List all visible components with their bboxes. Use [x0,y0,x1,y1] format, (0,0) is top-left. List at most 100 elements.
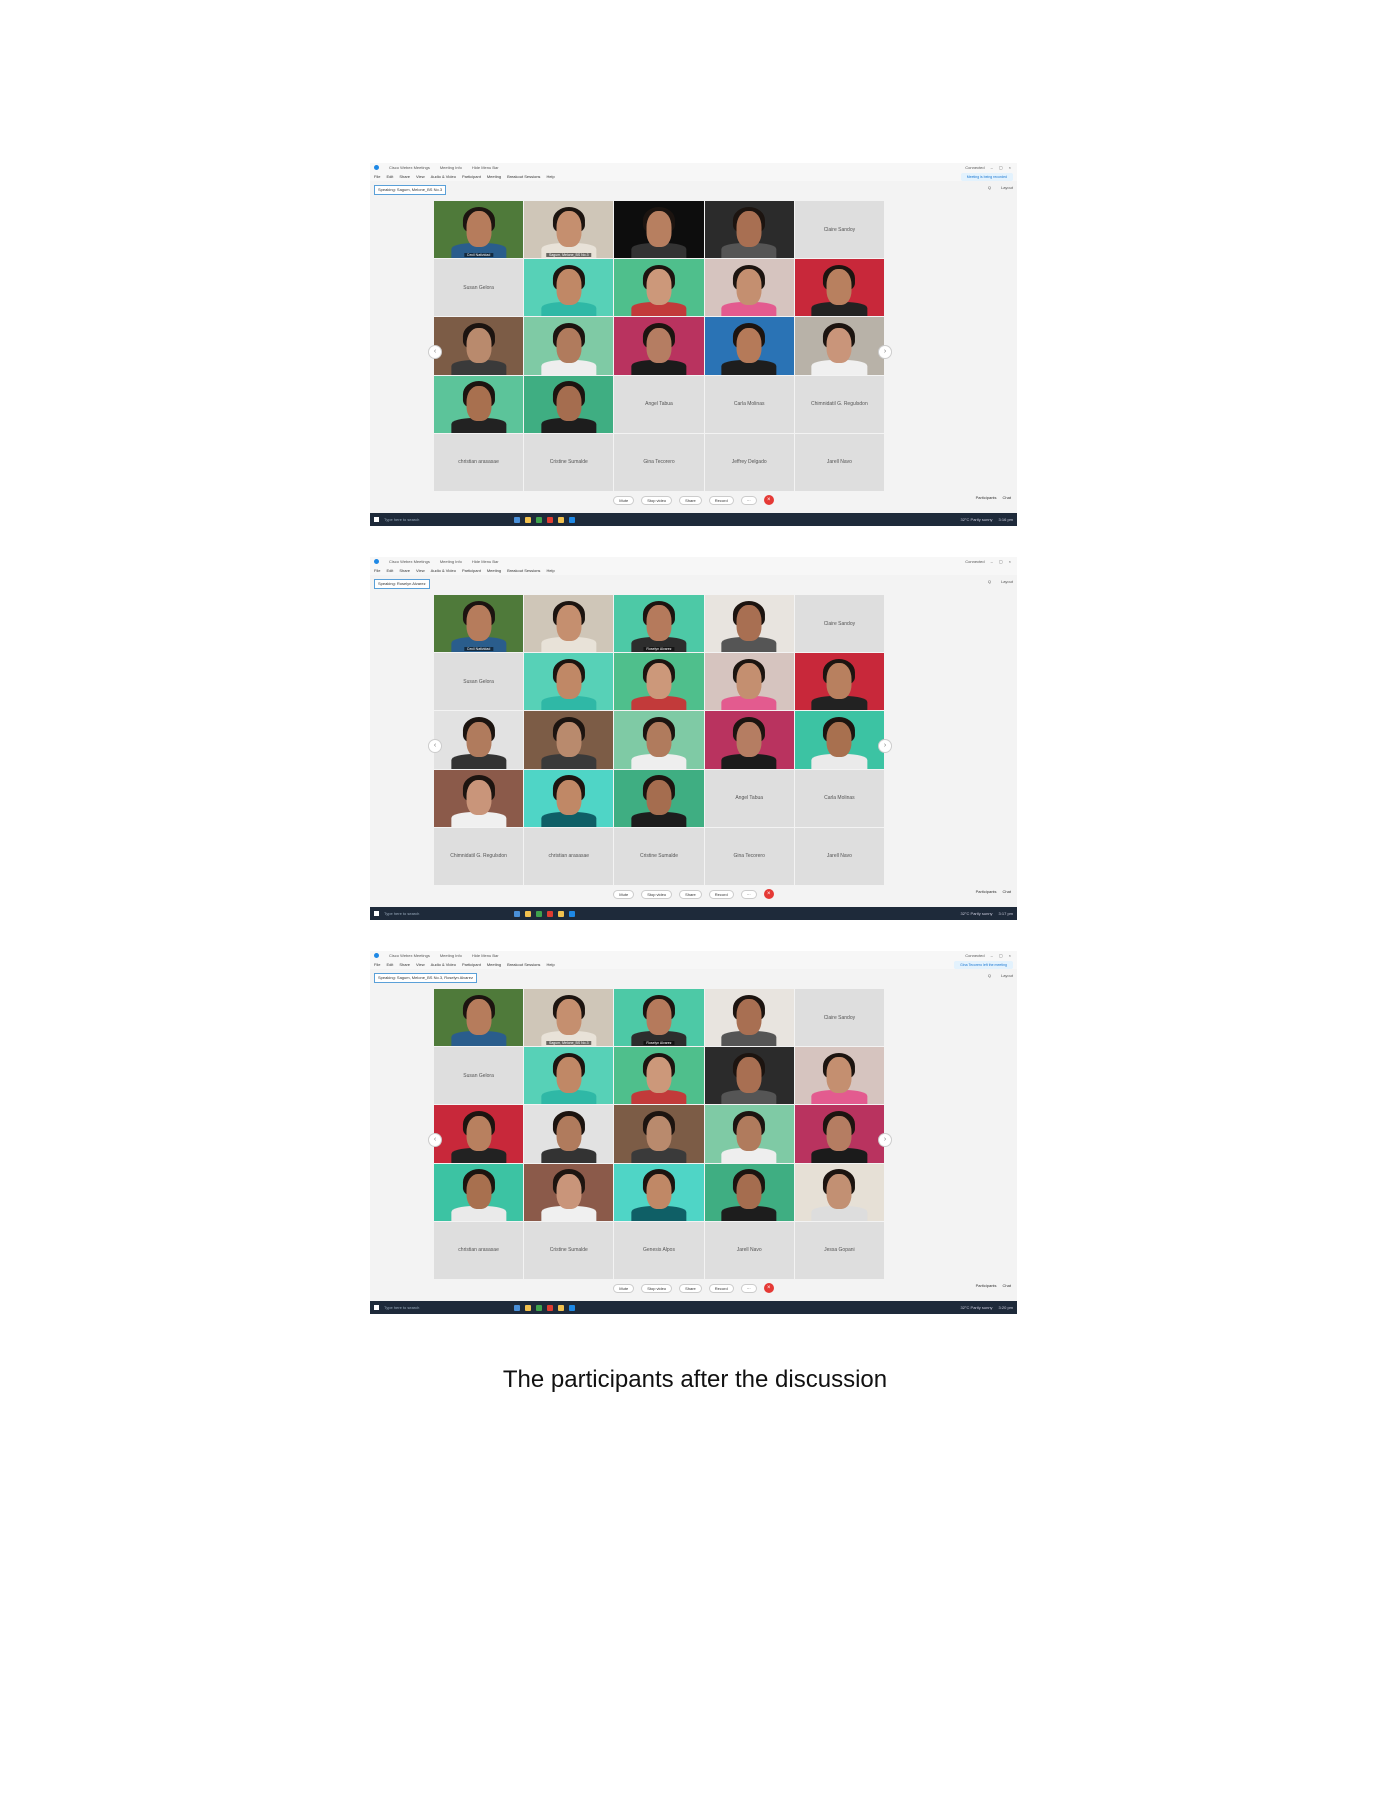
participant-video-tile[interactable]: Roselyn Alvarez [614,989,704,1047]
menu-item[interactable]: Meeting [487,568,501,573]
taskbar-app-icon[interactable] [558,910,565,917]
participant-video-tile[interactable] [434,1163,524,1221]
previous-page-arrow[interactable]: ‹ [428,345,442,359]
menu-item[interactable]: File [374,568,380,573]
participant-video-tile[interactable]: Sagum, Melone_BS No.3 [524,989,614,1047]
menu-item[interactable]: Participant [462,962,481,967]
taskbar-app-icon[interactable] [547,516,554,523]
menu-item[interactable]: File [374,174,380,179]
menu-item[interactable]: Participant [462,568,481,573]
participant-tile[interactable]: Genesis Alpos [614,1221,704,1279]
participant-tile[interactable]: Claire Sandoy [794,989,884,1047]
close-icon[interactable]: × [1009,953,1011,958]
participant-tile[interactable]: Cristine Sumalde [524,1221,614,1279]
participant-tile[interactable]: Jarell Navo [794,827,884,885]
chat-button[interactable]: Chat [1003,889,1011,894]
participant-video-tile[interactable]: Roselyn Alvarez [614,595,704,653]
participant-video-tile[interactable] [704,653,794,711]
titlebar-item[interactable]: Cisco Webex Meetings [389,559,430,564]
next-page-arrow[interactable]: › [878,739,892,753]
search-icon[interactable]: Q [988,185,991,190]
stop-video-button[interactable]: Stop video [641,1283,673,1293]
minimize-icon[interactable]: – [991,165,993,170]
menu-item[interactable]: Breakout Sessions [507,962,540,967]
windows-start-icon[interactable] [374,911,379,916]
participant-tile[interactable]: Claire Sandoy [794,595,884,653]
participant-video-tile[interactable] [434,769,524,827]
participant-tile[interactable]: Susan Gelora [434,653,524,711]
taskbar-search[interactable]: Type here to search [384,1305,419,1310]
participant-video-tile[interactable] [704,1105,794,1163]
participant-video-tile[interactable]: Cecil Natividad [434,201,524,259]
participant-video-tile[interactable] [794,1105,884,1163]
participant-video-tile[interactable] [794,259,884,317]
participant-video-tile[interactable] [524,1163,614,1221]
search-icon[interactable]: Q [988,973,991,978]
taskbar-app-icon[interactable] [536,516,543,523]
menu-item[interactable]: Share [399,568,410,573]
taskbar-app-icon[interactable] [547,1304,554,1311]
participant-tile[interactable]: Jessa Gopani [794,1221,884,1279]
menu-item[interactable]: Help [546,568,554,573]
participant-tile[interactable]: Carla Molinas [704,375,794,433]
taskbar-app-icon[interactable] [514,516,521,523]
close-icon[interactable]: × [1009,559,1011,564]
mute-button[interactable]: Mute [613,495,635,505]
participant-tile[interactable]: Susan Gelora [434,259,524,317]
previous-page-arrow[interactable]: ‹ [428,739,442,753]
mute-button[interactable]: Mute [613,889,635,899]
participant-tile[interactable]: Angel Tabua [704,769,794,827]
stop-video-button[interactable]: Stop video [641,495,673,505]
participant-video-tile[interactable] [614,711,704,769]
participants-button[interactable]: Participants [976,889,997,894]
layout-button[interactable]: Layout [1001,579,1013,584]
participant-video-tile[interactable] [794,711,884,769]
participant-video-tile[interactable] [524,1105,614,1163]
participant-tile[interactable]: Carla Molinas [794,769,884,827]
more-options-button[interactable]: ··· [740,495,757,505]
end-meeting-button[interactable]: × [763,495,774,505]
taskbar-app-icon[interactable] [558,1304,565,1311]
search-icon[interactable]: Q [988,579,991,584]
chat-button[interactable]: Chat [1003,495,1011,500]
titlebar-item[interactable]: Meeting Info [440,953,462,958]
participant-video-tile[interactable] [434,317,524,375]
maximize-icon[interactable]: ▢ [999,953,1003,958]
taskbar-app-icon[interactable] [569,516,576,523]
participant-video-tile[interactable] [524,375,614,433]
taskbar-app-icon[interactable] [514,1304,521,1311]
stop-video-button[interactable]: Stop video [641,889,673,899]
participant-video-tile[interactable] [704,201,794,259]
maximize-icon[interactable]: ▢ [999,559,1003,564]
titlebar-item[interactable]: Meeting Info [440,559,462,564]
record-button[interactable]: Record [708,1283,734,1293]
participant-video-tile[interactable]: Cecil Natividad [434,595,524,653]
layout-button[interactable]: Layout [1001,973,1013,978]
menu-item[interactable]: Meeting [487,962,501,967]
menu-item[interactable]: View [416,174,425,179]
mute-button[interactable]: Mute [613,1283,635,1293]
taskbar-app-icon[interactable] [569,910,576,917]
menu-item[interactable]: View [416,962,425,967]
participant-video-tile[interactable] [794,317,884,375]
participant-video-tile[interactable]: Sagum, Melone_BS No.3 [524,201,614,259]
taskbar-search[interactable]: Type here to search [384,911,419,916]
participant-video-tile[interactable] [524,1047,614,1105]
participant-video-tile[interactable] [614,1163,704,1221]
participant-video-tile[interactable] [614,769,704,827]
menu-item[interactable]: View [416,568,425,573]
participant-video-tile[interactable] [794,653,884,711]
participant-tile[interactable]: christian arasasae [434,433,524,491]
layout-button[interactable]: Layout [1001,185,1013,190]
participant-tile[interactable]: christian arasasae [434,1221,524,1279]
menu-item[interactable]: Breakout Sessions [507,174,540,179]
menu-item[interactable]: Edit [386,568,393,573]
share-button[interactable]: Share [679,495,702,505]
menu-item[interactable]: Breakout Sessions [507,568,540,573]
windows-start-icon[interactable] [374,517,379,522]
windows-start-icon[interactable] [374,1305,379,1310]
participant-tile[interactable]: Angel Tabua [614,375,704,433]
participant-tile[interactable]: Cristine Sumalde [614,827,704,885]
menu-item[interactable]: Meeting [487,174,501,179]
participant-video-tile[interactable] [434,1105,524,1163]
